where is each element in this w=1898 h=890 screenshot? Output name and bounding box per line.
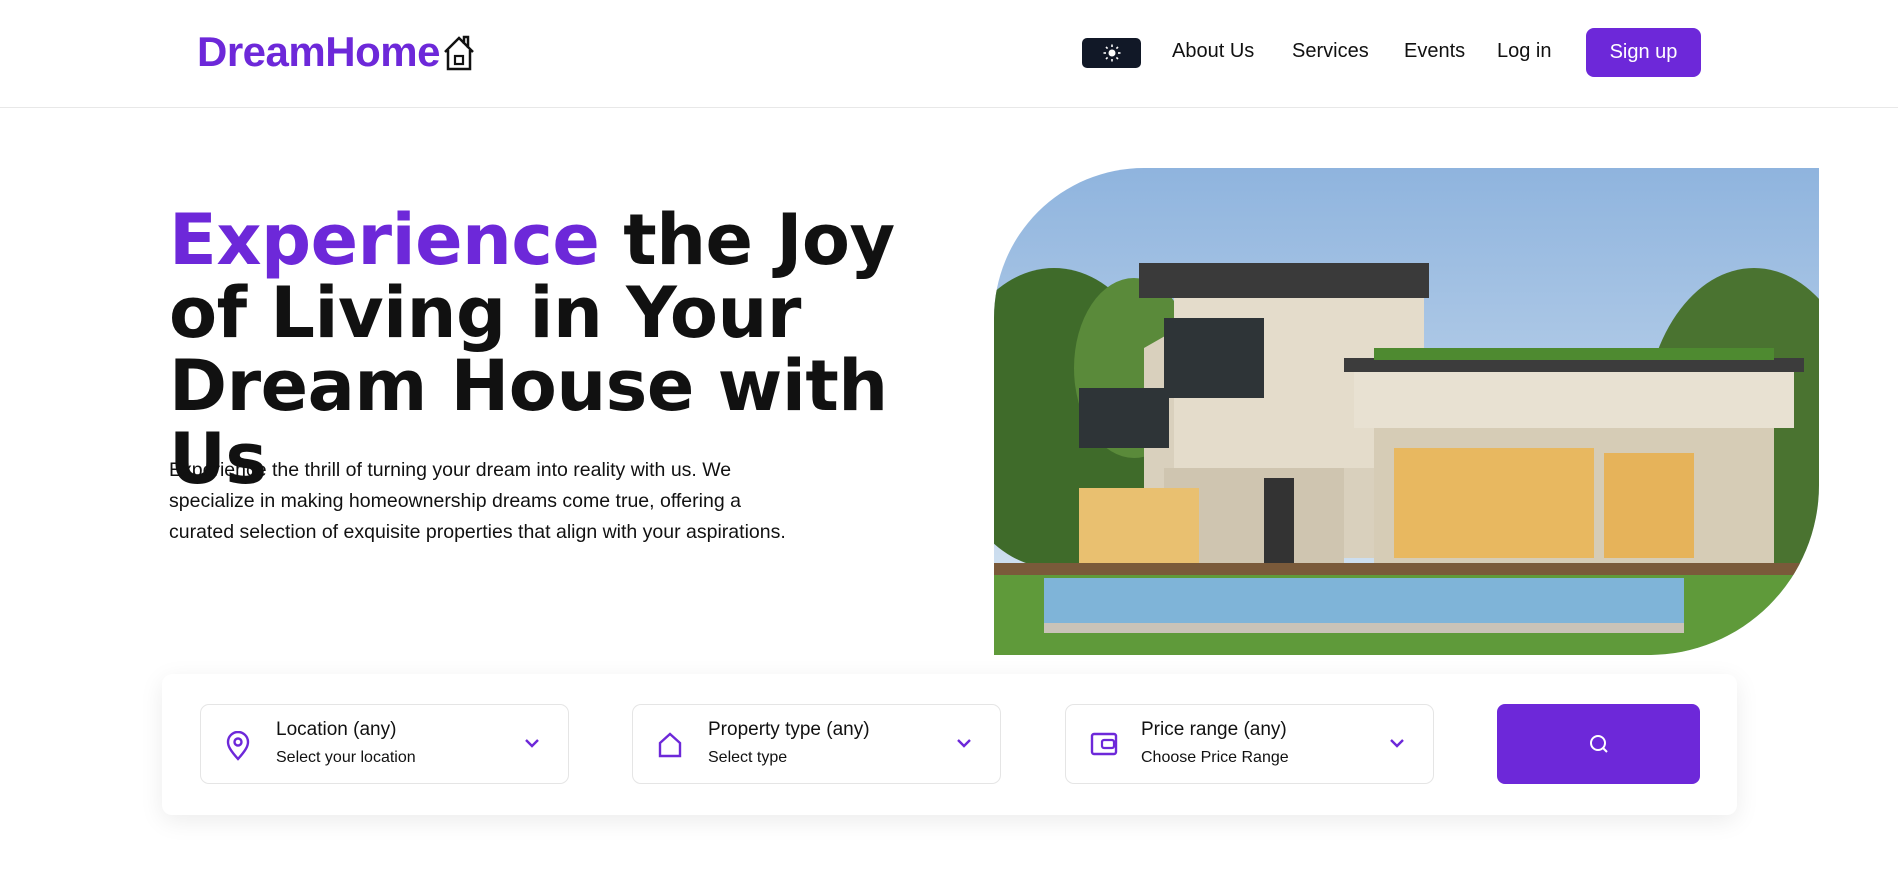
header: DreamHome About Us Services Events Log i… xyxy=(0,0,1898,108)
location-subtitle: Select your location xyxy=(276,749,416,766)
sign-up-button[interactable]: Sign up xyxy=(1586,28,1701,77)
search-button[interactable] xyxy=(1497,704,1700,784)
theme-toggle-button[interactable] xyxy=(1082,38,1141,68)
price-range-title: Price range (any) xyxy=(1141,719,1287,740)
price-range-subtitle: Choose Price Range xyxy=(1141,749,1289,766)
hero-house-image xyxy=(994,168,1819,655)
brand-name: DreamHome xyxy=(197,28,440,75)
nav-services[interactable]: Services xyxy=(1292,40,1369,63)
hero-title-accent: Experience xyxy=(169,199,600,281)
location-dropdown[interactable]: Location (any) Select your location xyxy=(200,704,569,784)
house-logo-icon xyxy=(444,35,474,71)
search-icon xyxy=(1589,735,1608,753)
property-type-subtitle: Select type xyxy=(708,749,788,766)
search-panel: Location (any) Select your location Prop… xyxy=(162,674,1737,815)
wallet-icon xyxy=(1090,732,1118,756)
property-type-dropdown[interactable]: Property type (any) Select type xyxy=(632,704,1001,784)
nav-about-us[interactable]: About Us xyxy=(1172,40,1254,63)
hero-title: Experience the Joy of Living in Your Dre… xyxy=(169,204,989,496)
chevron-down-icon xyxy=(1390,739,1404,748)
logo[interactable]: DreamHome xyxy=(197,28,476,76)
chevron-down-icon xyxy=(957,739,971,748)
home-icon xyxy=(658,732,682,758)
sun-icon xyxy=(1103,44,1120,62)
hero-description: Experience the thrill of turning your dr… xyxy=(169,459,786,543)
nav-events[interactable]: Events xyxy=(1404,40,1465,63)
chevron-down-icon xyxy=(525,739,539,748)
nav-log-in[interactable]: Log in xyxy=(1497,40,1552,63)
price-range-dropdown[interactable]: Price range (any) Choose Price Range xyxy=(1065,704,1434,784)
map-pin-icon xyxy=(226,731,250,761)
property-type-title: Property type (any) xyxy=(708,719,870,740)
location-title: Location (any) xyxy=(276,719,397,740)
